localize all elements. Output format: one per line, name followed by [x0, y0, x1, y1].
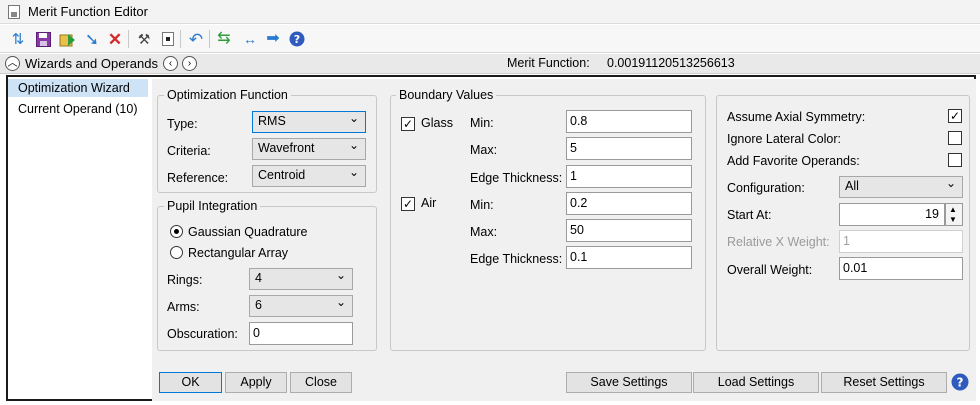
air-min-input[interactable]: 0.2	[566, 192, 692, 215]
help-icon[interactable]: ?	[951, 373, 969, 394]
section-label: Wizards and Operands	[25, 56, 158, 71]
glass-max-label: Max:	[470, 143, 498, 157]
glass-checkbox[interactable]: ✓	[401, 117, 415, 131]
insert-icon[interactable]: ➘	[82, 29, 102, 49]
glass-min-input[interactable]: 0.8	[566, 110, 692, 133]
obscuration-label: Obscuration:	[167, 327, 238, 341]
update-icon[interactable]: ⇆	[214, 29, 234, 49]
favorite-operands-label: Add Favorite Operands:	[727, 154, 860, 168]
rectangular-array-label: Rectangular Array	[188, 246, 289, 260]
svg-text:?: ?	[294, 33, 300, 46]
section-header: ︿ Wizards and Operands ‹ › Merit Functio…	[0, 54, 980, 74]
sidebar-item-optimization-wizard[interactable]: Optimization Wizard	[18, 81, 130, 95]
glass-edge-input[interactable]: 1	[566, 165, 692, 188]
svg-text:?: ?	[957, 376, 964, 390]
reference-select[interactable]: Centroid	[252, 165, 366, 187]
title-bar: Merit Function Editor	[0, 0, 980, 24]
configuration-select[interactable]: All	[839, 176, 963, 198]
air-max-input[interactable]: 50	[566, 219, 692, 242]
help-icon[interactable]: ?	[287, 29, 307, 49]
spin-down-icon[interactable]: ▼	[949, 215, 957, 224]
delete-icon[interactable]: ✕	[105, 29, 125, 49]
relative-x-weight-input: 1	[839, 230, 963, 253]
window-title: Merit Function Editor	[28, 4, 148, 19]
pupil-integration-legend: Pupil Integration	[164, 199, 261, 213]
reset-settings-button[interactable]: Reset Settings	[821, 372, 947, 393]
ok-button[interactable]: OK	[159, 372, 222, 393]
toolbar-separator	[209, 30, 210, 48]
type-select[interactable]: RMS	[252, 111, 366, 133]
save-settings-button[interactable]: Save Settings	[566, 372, 692, 393]
lateral-color-checkbox[interactable]	[948, 131, 962, 145]
air-max-label: Max:	[470, 225, 498, 239]
reference-label: Reference:	[167, 171, 229, 185]
apply-button[interactable]: Apply	[225, 372, 287, 393]
configuration-label: Configuration:	[727, 181, 805, 195]
air-edge-label: Edge Thickness:	[470, 252, 563, 266]
start-at-input[interactable]: 19	[839, 203, 945, 226]
rings-label: Rings:	[167, 273, 203, 287]
sidebar-item-current-operand[interactable]: Current Operand (10)	[18, 102, 138, 116]
spin-up-icon[interactable]: ▲	[949, 205, 957, 214]
glass-max-input[interactable]: 5	[566, 137, 692, 160]
load-settings-button[interactable]: Load Settings	[693, 372, 819, 393]
load-icon[interactable]	[57, 29, 77, 49]
chevron-left-icon[interactable]: ‹	[163, 56, 178, 71]
save-icon[interactable]	[33, 29, 53, 49]
merit-function-value: 0.00191120513256613	[607, 56, 735, 70]
air-checkbox[interactable]: ✓	[401, 197, 415, 211]
wizard-icon[interactable]: ⚒	[134, 29, 154, 49]
optimization-function-legend: Optimization Function	[164, 88, 291, 102]
collapse-icon[interactable]: ︿	[5, 56, 20, 71]
type-label: Type:	[167, 117, 198, 131]
arms-label: Arms:	[167, 300, 200, 314]
criteria-label: Criteria:	[167, 144, 211, 158]
air-min-label: Min:	[470, 198, 494, 212]
refresh-icon[interactable]: ⇅	[8, 29, 28, 49]
favorite-operands-checkbox[interactable]	[948, 153, 962, 167]
air-edge-input[interactable]: 0.1	[566, 246, 692, 269]
stop-icon[interactable]	[158, 29, 178, 49]
boundary-values-legend: Boundary Values	[396, 88, 497, 102]
start-at-label: Start At:	[727, 208, 772, 222]
relative-x-weight-label: Relative X Weight:	[727, 235, 830, 249]
undo-icon[interactable]: ↶	[186, 29, 206, 49]
criteria-select[interactable]: Wavefront	[252, 138, 366, 160]
toolbar-separator	[180, 30, 181, 48]
overall-weight-input[interactable]: 0.01	[839, 257, 963, 280]
glass-label: Glass	[421, 116, 453, 130]
toolbar-separator	[128, 30, 129, 48]
arms-select[interactable]: 6	[249, 295, 353, 317]
rectangular-array-radio[interactable]	[170, 246, 183, 259]
toolbar: ⇅ ➘ ✕ ⚒ ↶ ⇆ ↔ ➡ ?	[0, 25, 980, 53]
merit-function-label: Merit Function:	[507, 56, 590, 70]
gaussian-quadrature-label: Gaussian Quadrature	[188, 225, 308, 239]
next-icon[interactable]: ➡	[263, 29, 283, 49]
glass-edge-label: Edge Thickness:	[470, 171, 563, 185]
arrows-icon[interactable]: ↔	[240, 29, 260, 49]
gaussian-quadrature-radio[interactable]	[170, 225, 183, 238]
close-button[interactable]: Close	[290, 372, 352, 393]
document-icon	[8, 5, 20, 19]
obscuration-input[interactable]: 0	[249, 322, 353, 345]
lateral-color-label: Ignore Lateral Color:	[727, 132, 841, 146]
glass-min-label: Min:	[470, 116, 494, 130]
chevron-right-icon[interactable]: ›	[182, 56, 197, 71]
rings-select[interactable]: 4	[249, 268, 353, 290]
axial-symmetry-checkbox[interactable]: ✓	[948, 109, 962, 123]
air-label: Air	[421, 196, 437, 210]
start-at-spinner[interactable]: ▲ ▼	[945, 203, 963, 226]
overall-weight-label: Overall Weight:	[727, 263, 813, 277]
axial-symmetry-label: Assume Axial Symmetry:	[727, 110, 866, 124]
